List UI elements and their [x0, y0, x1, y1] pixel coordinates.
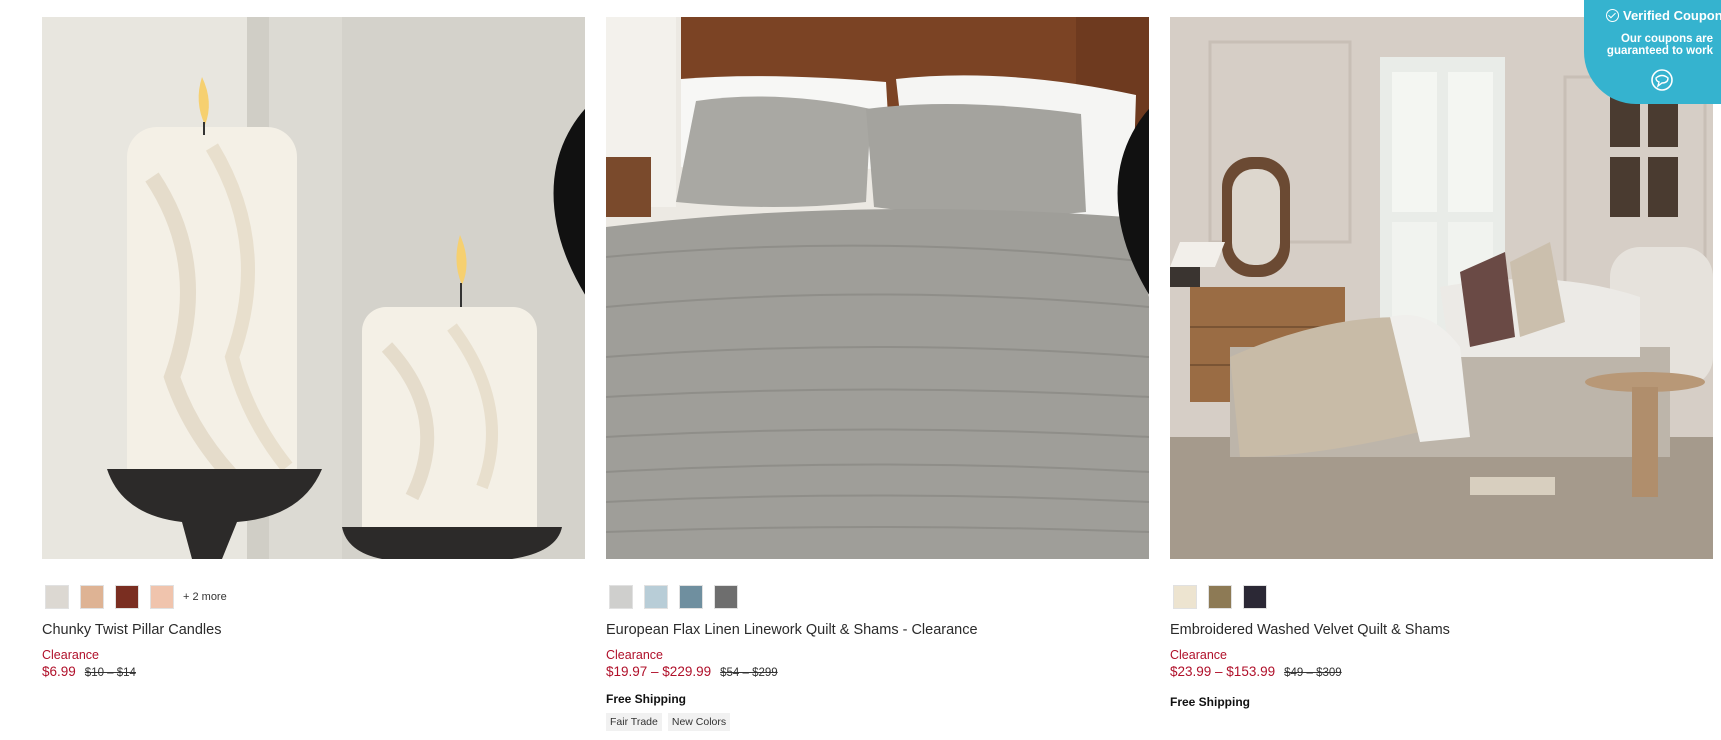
color-swatch[interactable] [80, 585, 104, 609]
linen-bed-photo [606, 17, 1149, 559]
verified-coupon-badge[interactable]: Verified Coupon Our coupons are guarante… [1584, 0, 1721, 104]
color-swatches [1173, 585, 1267, 609]
check-circle-icon [1606, 9, 1619, 22]
sale-price: $6.99 [42, 664, 76, 679]
promo-label: Clearance [1170, 648, 1227, 662]
free-shipping-label: Free Shipping [1170, 695, 1251, 709]
promo-label: Clearance [606, 648, 663, 662]
color-swatches [609, 585, 738, 609]
color-swatch[interactable] [150, 585, 174, 609]
tag-fair-trade: Fair Trade [606, 713, 662, 731]
coupon-subtitle: Our coupons are guaranteed to work [1606, 33, 1713, 57]
product-card-quilt-linen[interactable]: European Flax Linen Linework Quilt & Sha… [606, 17, 1149, 731]
chat-icon[interactable] [1649, 68, 1675, 92]
color-swatch[interactable] [714, 585, 738, 609]
coupon-title: Verified Coupon [1594, 8, 1721, 23]
color-swatch[interactable] [1243, 585, 1267, 609]
tag-new-colors: New Colors [667, 713, 731, 731]
product-image-quilt-linen[interactable] [606, 17, 1149, 559]
candles-photo [42, 17, 585, 559]
sale-price: $23.99 – $153.99 [1170, 664, 1276, 679]
sale-price: $19.97 – $229.99 [606, 664, 712, 679]
original-price: $10 – $14 [84, 667, 136, 679]
heart-icon[interactable] [1113, 24, 1149, 295]
color-swatches: + 2 more [45, 585, 227, 609]
heart-icon[interactable] [549, 24, 585, 295]
color-swatch[interactable] [1173, 585, 1197, 609]
color-swatch[interactable] [609, 585, 633, 609]
product-name[interactable]: European Flax Linen Linework Quilt & Sha… [606, 622, 978, 638]
product-name[interactable]: Chunky Twist Pillar Candles [42, 622, 221, 638]
coupon-title-text: Verified Coupon [1623, 8, 1721, 23]
color-swatch[interactable] [45, 585, 69, 609]
product-name[interactable]: Embroidered Washed Velvet Quilt & Shams [1170, 622, 1450, 638]
price: $19.97 – $229.99 $54 – $299 [606, 664, 778, 679]
product-card-candles[interactable]: + 2 more Chunky Twist Pillar Candles Cle… [42, 17, 585, 679]
price: $23.99 – $153.99 $49 – $309 [1170, 664, 1342, 679]
original-price: $49 – $309 [1284, 667, 1342, 679]
promo-label: Clearance [42, 648, 99, 662]
more-colors-link[interactable]: + 2 more [183, 591, 227, 603]
free-shipping-label: Free Shipping [606, 692, 687, 706]
color-swatch[interactable] [644, 585, 668, 609]
color-swatch[interactable] [679, 585, 703, 609]
product-grid: + 2 more Chunky Twist Pillar Candles Cle… [42, 17, 1713, 737]
product-tags: Fair Trade New Colors [606, 713, 731, 731]
product-image-candles[interactable] [42, 17, 585, 559]
price: $6.99 $10 – $14 [42, 664, 136, 679]
original-price: $54 – $299 [720, 667, 778, 679]
color-swatch[interactable] [1208, 585, 1232, 609]
color-swatch[interactable] [115, 585, 139, 609]
